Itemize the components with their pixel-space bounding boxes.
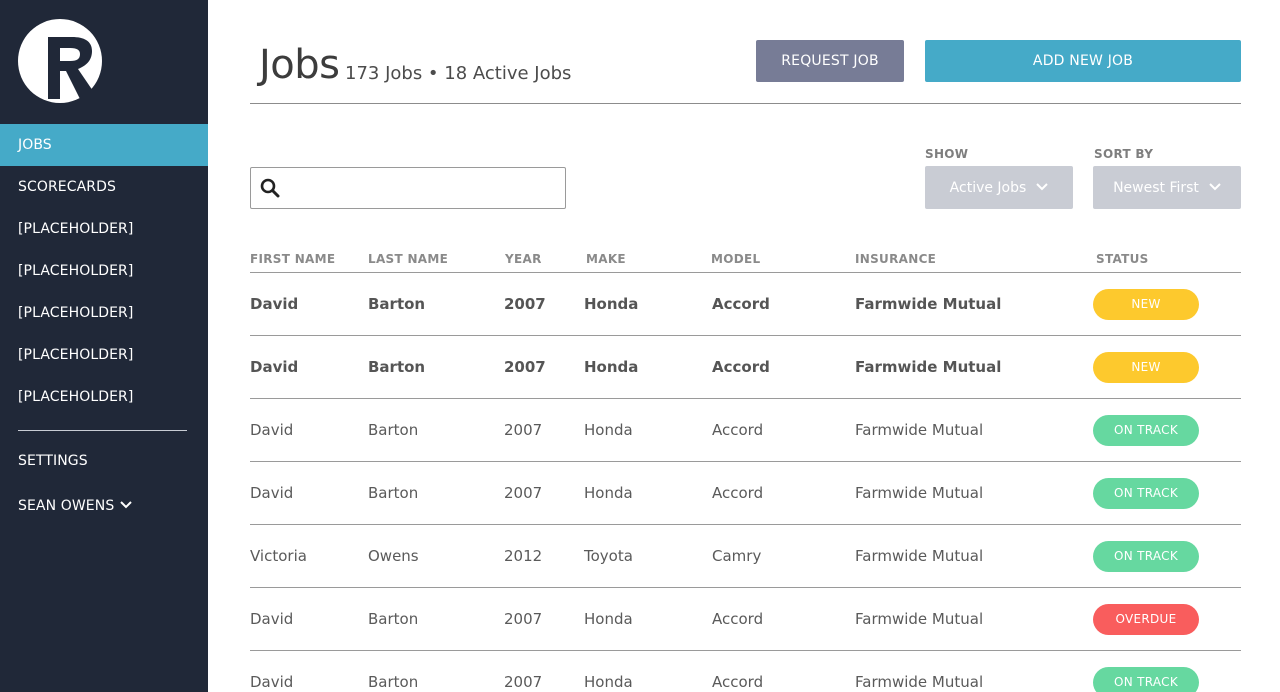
cell-model: Accord bbox=[712, 673, 764, 691]
cell-last-name: Barton bbox=[368, 421, 419, 439]
jobs-count-subtitle: 173 Jobs • 18 Active Jobs bbox=[345, 63, 572, 84]
sort-value: Newest First bbox=[1113, 180, 1199, 196]
show-filter-select[interactable]: Active Jobs bbox=[925, 166, 1073, 209]
column-header-last-name[interactable]: LAST NAME bbox=[368, 252, 448, 266]
add-new-job-button[interactable]: ADD NEW JOB bbox=[925, 40, 1241, 82]
chevron-down-icon bbox=[1036, 166, 1049, 209]
table-row[interactable]: Victoria Owens 2012 Toyota Camry Farmwide Mut… bbox=[250, 524, 1241, 587]
cell-model: Accord bbox=[712, 484, 764, 502]
cell-make: Honda bbox=[584, 358, 639, 376]
sort-filter-label: SORT BY bbox=[1094, 147, 1154, 161]
cell-make: Honda bbox=[584, 295, 639, 313]
cell-last-name: Barton bbox=[368, 484, 419, 502]
column-header-first-name[interactable]: FIRST NAME bbox=[250, 252, 335, 266]
cell-insurance: Farmwide Mutual bbox=[855, 358, 1002, 376]
status-badge: ON TRACK bbox=[1093, 415, 1199, 446]
sidebar-item-scorecards[interactable]: SCORECARDS bbox=[0, 166, 208, 208]
cell-last-name: Barton bbox=[368, 610, 419, 628]
table-row[interactable]: David Barton 2007 Honda Accord Farmwide Mutua… bbox=[250, 587, 1241, 650]
cell-model: Camry bbox=[712, 547, 762, 565]
cell-insurance: Farmwide Mutual bbox=[855, 295, 1002, 313]
cell-insurance: Farmwide Mutual bbox=[855, 484, 984, 502]
column-header-status[interactable]: STATUS bbox=[1096, 252, 1149, 266]
cell-year: 2007 bbox=[504, 421, 543, 439]
cell-first-name: David bbox=[250, 610, 294, 628]
sidebar-item-placeholder[interactable]: [PLACEHOLDER] bbox=[0, 376, 208, 418]
sort-select[interactable]: Newest First bbox=[1093, 166, 1241, 209]
cell-first-name: David bbox=[250, 421, 294, 439]
cell-last-name: Barton bbox=[368, 358, 426, 376]
cell-last-name: Owens bbox=[368, 547, 419, 565]
cell-make: Honda bbox=[584, 421, 633, 439]
search-box[interactable] bbox=[250, 167, 566, 209]
column-header-insurance[interactable]: INSURANCE bbox=[855, 252, 936, 266]
cell-make: Honda bbox=[584, 610, 633, 628]
cell-first-name: David bbox=[250, 673, 294, 691]
cell-year: 2007 bbox=[504, 610, 543, 628]
show-filter-label: SHOW bbox=[925, 147, 969, 161]
cell-make: Toyota bbox=[584, 547, 633, 565]
sidebar-item-placeholder[interactable]: [PLACEHOLDER] bbox=[0, 250, 208, 292]
status-badge: ON TRACK bbox=[1093, 667, 1199, 692]
sidebar-item-placeholder[interactable]: [PLACEHOLDER] bbox=[0, 334, 208, 376]
cell-last-name: Barton bbox=[368, 295, 426, 313]
cell-year: 2007 bbox=[504, 673, 543, 691]
search-input[interactable] bbox=[289, 176, 557, 200]
user-name: SEAN OWENS bbox=[18, 498, 115, 514]
table-row[interactable]: David Barton 2007 Honda Accord Farmwide Mutua… bbox=[250, 335, 1241, 398]
user-menu[interactable]: SEAN OWENS bbox=[0, 484, 208, 526]
cell-make: Honda bbox=[584, 673, 633, 691]
status-badge: ON TRACK bbox=[1093, 541, 1199, 572]
sidebar-item-jobs[interactable]: JOBS bbox=[0, 124, 208, 166]
page-title: Jobs bbox=[259, 42, 340, 88]
table-row[interactable]: David Barton 2007 Honda Accord Farmwide Mutua… bbox=[250, 650, 1241, 692]
sidebar-item-settings[interactable]: SETTINGS bbox=[0, 440, 208, 482]
table-row[interactable]: David Barton 2007 Honda Accord Farmwide Mutua… bbox=[250, 272, 1241, 335]
column-header-model[interactable]: MODEL bbox=[711, 252, 760, 266]
column-header-make[interactable]: MAKE bbox=[586, 252, 626, 266]
cell-year: 2007 bbox=[504, 295, 546, 313]
column-header-year[interactable]: YEAR bbox=[505, 252, 542, 266]
chevron-down-icon bbox=[1209, 166, 1221, 209]
chevron-down-icon bbox=[120, 484, 133, 526]
cell-last-name: Barton bbox=[368, 673, 419, 691]
sidebar: JOBS SCORECARDS [PLACEHOLDER] [PLACEHOLD… bbox=[0, 0, 208, 692]
cell-model: Accord bbox=[712, 610, 764, 628]
cell-model: Accord bbox=[712, 295, 770, 313]
cell-first-name: David bbox=[250, 358, 299, 376]
status-badge: ON TRACK bbox=[1093, 478, 1199, 509]
table-row[interactable]: David Barton 2007 Honda Accord Farmwide Mutua… bbox=[250, 398, 1241, 461]
cell-first-name: Victoria bbox=[250, 547, 307, 565]
cell-first-name: David bbox=[250, 295, 299, 313]
sidebar-item-placeholder[interactable]: [PLACEHOLDER] bbox=[0, 208, 208, 250]
table-row[interactable]: David Barton 2007 Honda Accord Farmwide Mutua… bbox=[250, 461, 1241, 524]
cell-insurance: Farmwide Mutual bbox=[855, 673, 984, 691]
status-badge: NEW bbox=[1093, 289, 1199, 320]
cell-year: 2007 bbox=[504, 484, 543, 502]
sidebar-item-placeholder[interactable]: [PLACEHOLDER] bbox=[0, 292, 208, 334]
cell-model: Accord bbox=[712, 421, 764, 439]
cell-make: Honda bbox=[584, 484, 633, 502]
status-badge: OVERDUE bbox=[1093, 604, 1199, 635]
cell-model: Accord bbox=[712, 358, 770, 376]
cell-insurance: Farmwide Mutual bbox=[855, 421, 984, 439]
status-badge: NEW bbox=[1093, 352, 1199, 383]
header-divider bbox=[250, 103, 1241, 104]
cell-insurance: Farmwide Mutual bbox=[855, 547, 984, 565]
cell-insurance: Farmwide Mutual bbox=[855, 610, 984, 628]
cell-first-name: David bbox=[250, 484, 294, 502]
cell-year: 2007 bbox=[504, 358, 546, 376]
sidebar-divider bbox=[18, 430, 187, 431]
request-job-button[interactable]: REQUEST JOB bbox=[756, 40, 904, 82]
search-icon bbox=[260, 178, 280, 202]
show-filter-value: Active Jobs bbox=[949, 180, 1027, 196]
r-logo-icon[interactable] bbox=[18, 19, 102, 103]
cell-year: 2012 bbox=[504, 547, 543, 565]
